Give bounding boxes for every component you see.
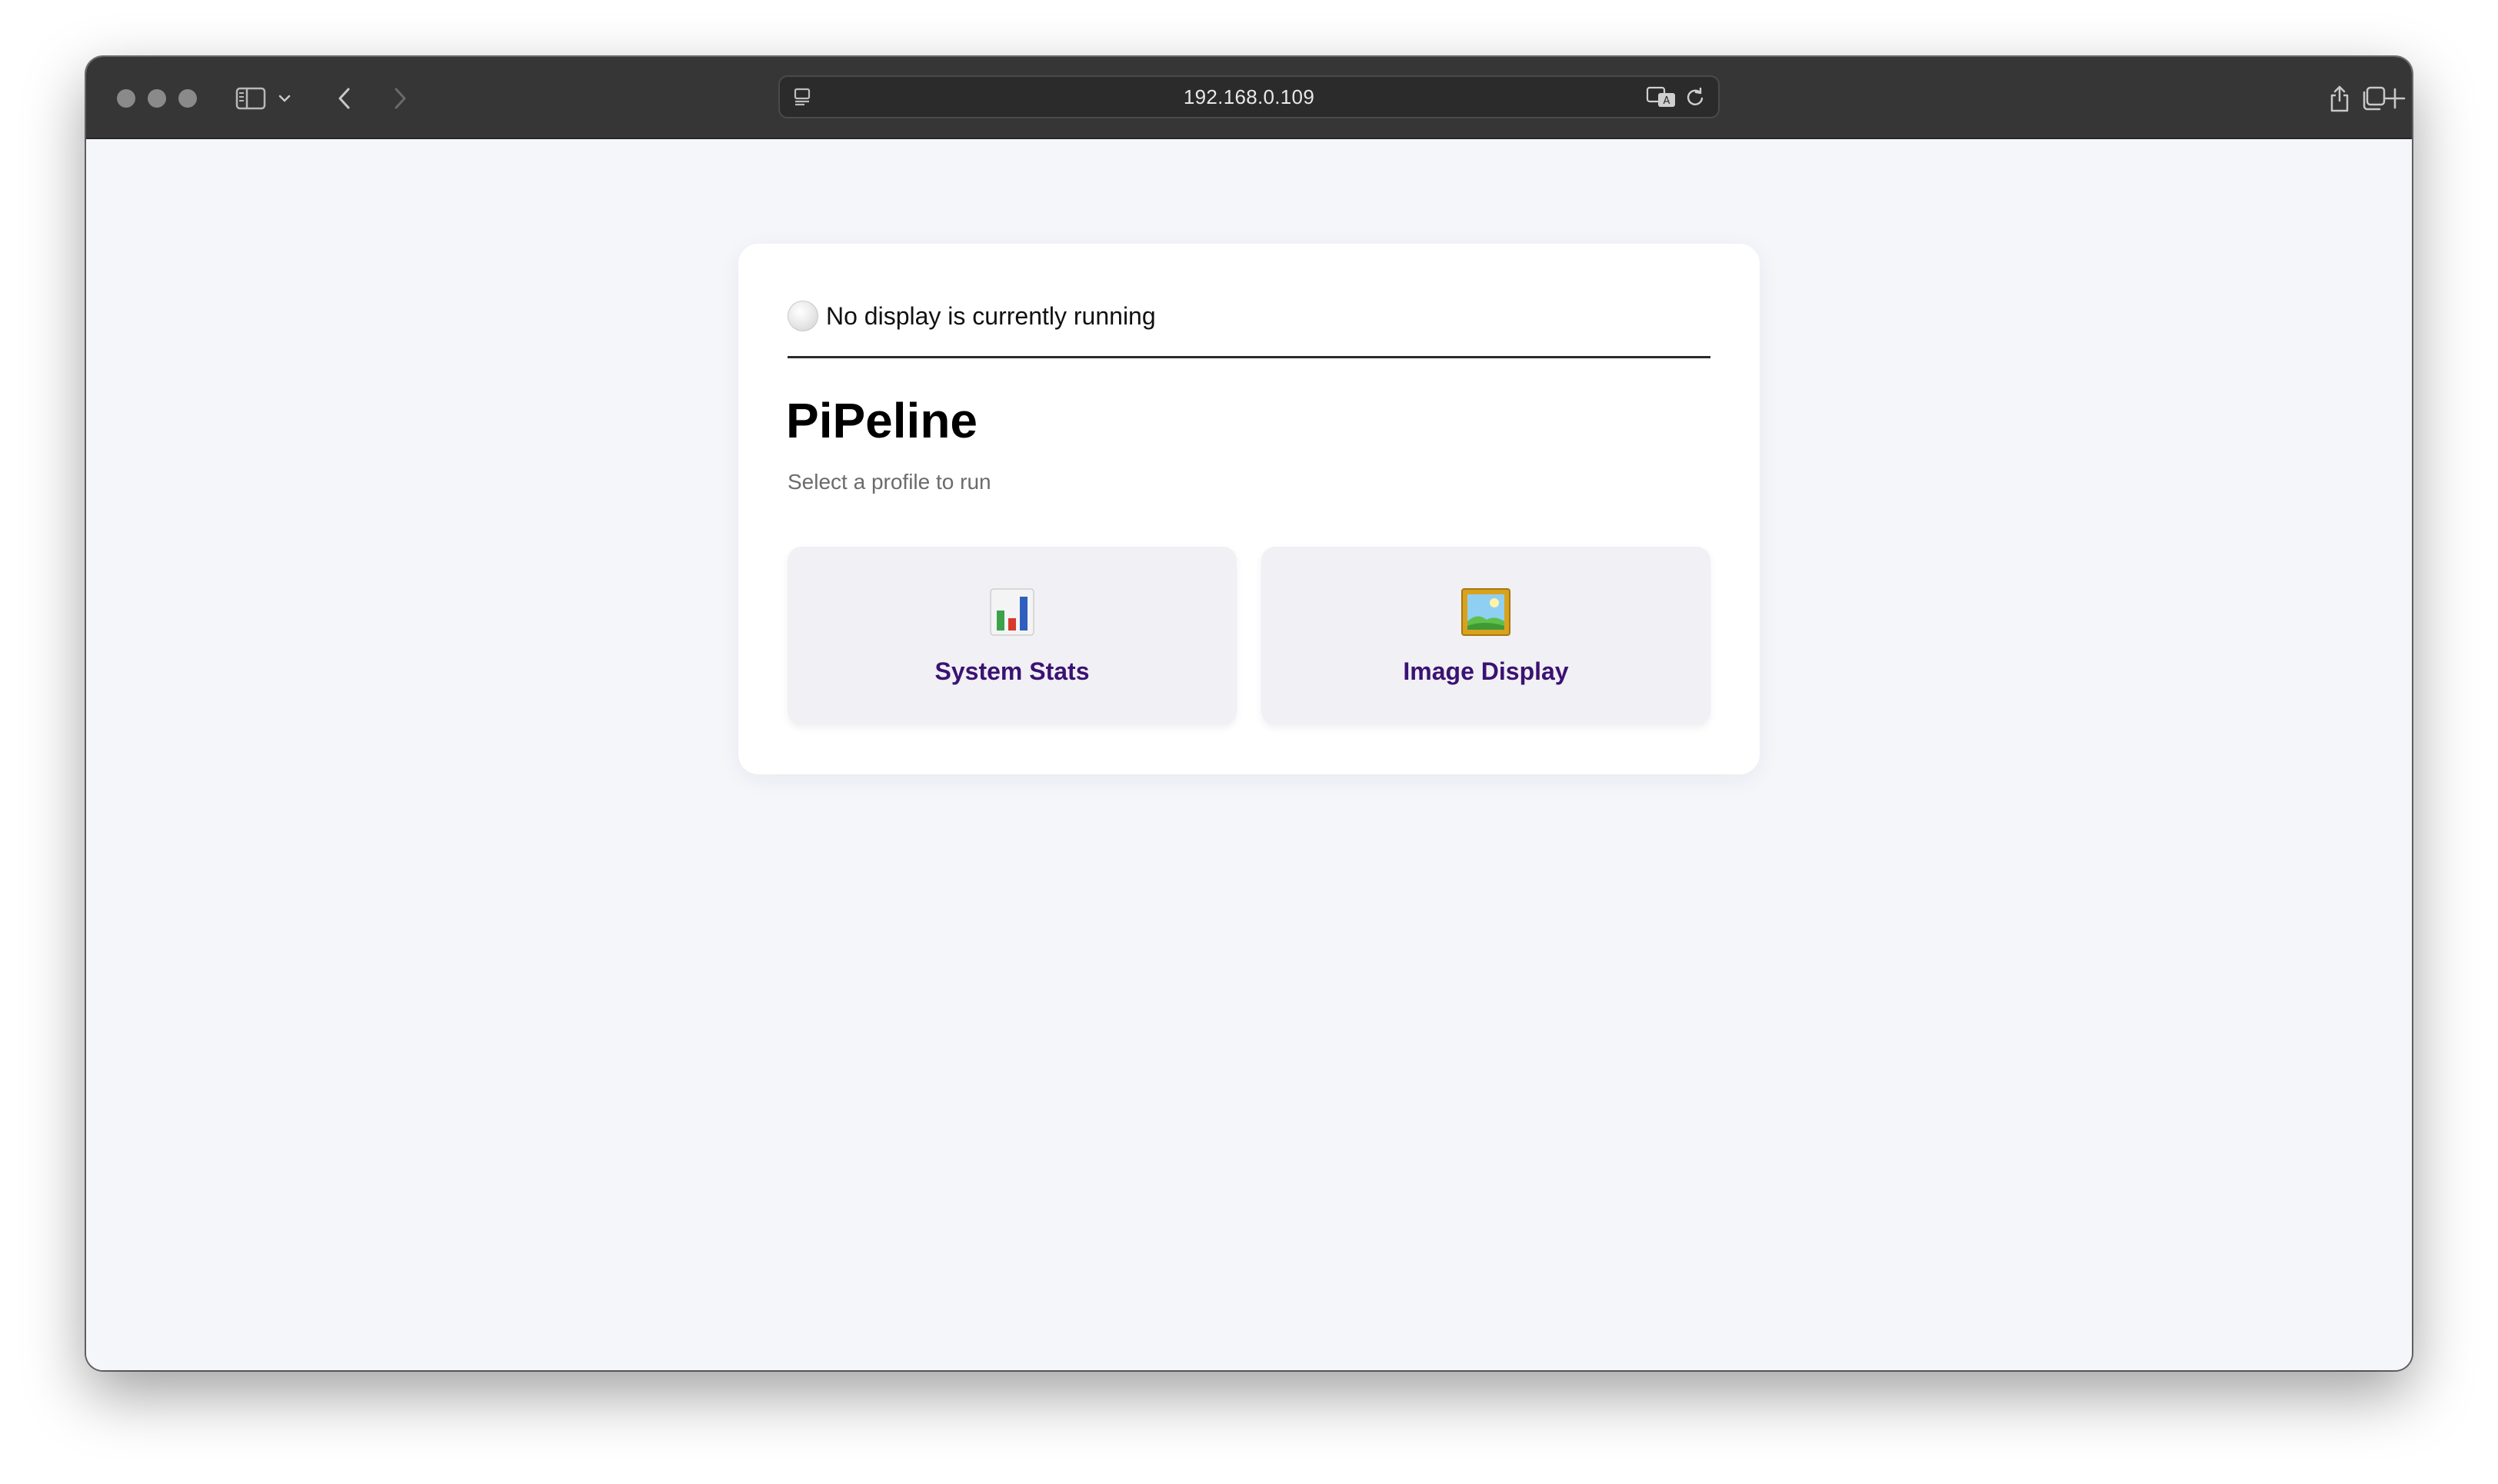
page-content: No display is currently running PiPeline… (86, 139, 2412, 1370)
sidebar-toggle-icon[interactable] (229, 77, 272, 120)
profile-card-image-display[interactable]: Image Display (1261, 547, 1710, 725)
main-card: No display is currently running PiPeline… (738, 244, 1760, 774)
forward-arrow-icon[interactable] (378, 77, 421, 120)
chevron-down-icon[interactable] (271, 77, 298, 120)
bar-chart-icon (788, 587, 1237, 637)
profile-label: System Stats (934, 657, 1090, 685)
browser-window: 192.168.0.109 A No display is currently … (86, 57, 2412, 1370)
reload-icon[interactable] (1680, 82, 1710, 112)
translate-icon[interactable]: A (1644, 82, 1678, 112)
url-text: 192.168.0.109 (1183, 85, 1315, 108)
back-arrow-icon[interactable] (323, 77, 366, 120)
status-text: No display is currently running (826, 301, 1156, 330)
white-circle-icon (788, 301, 818, 331)
close-window-button[interactable] (117, 89, 135, 108)
profile-label: Image Display (1403, 657, 1569, 685)
page-title: PiPeline (786, 393, 978, 448)
svg-text:A: A (1664, 95, 1670, 107)
divider (788, 356, 1710, 358)
framed-picture-icon (1261, 587, 1710, 637)
status-row: No display is currently running (788, 299, 1156, 333)
address-bar[interactable]: 192.168.0.109 A (778, 75, 1720, 118)
page-subtitle: Select a profile to run (788, 470, 991, 494)
browser-toolbar: 192.168.0.109 A (86, 57, 2412, 139)
minimize-window-button[interactable] (148, 89, 166, 108)
zoom-window-button[interactable] (178, 89, 197, 108)
tab-overview-icon[interactable] (2352, 77, 2395, 120)
profile-card-system-stats[interactable]: System Stats (788, 547, 1237, 725)
